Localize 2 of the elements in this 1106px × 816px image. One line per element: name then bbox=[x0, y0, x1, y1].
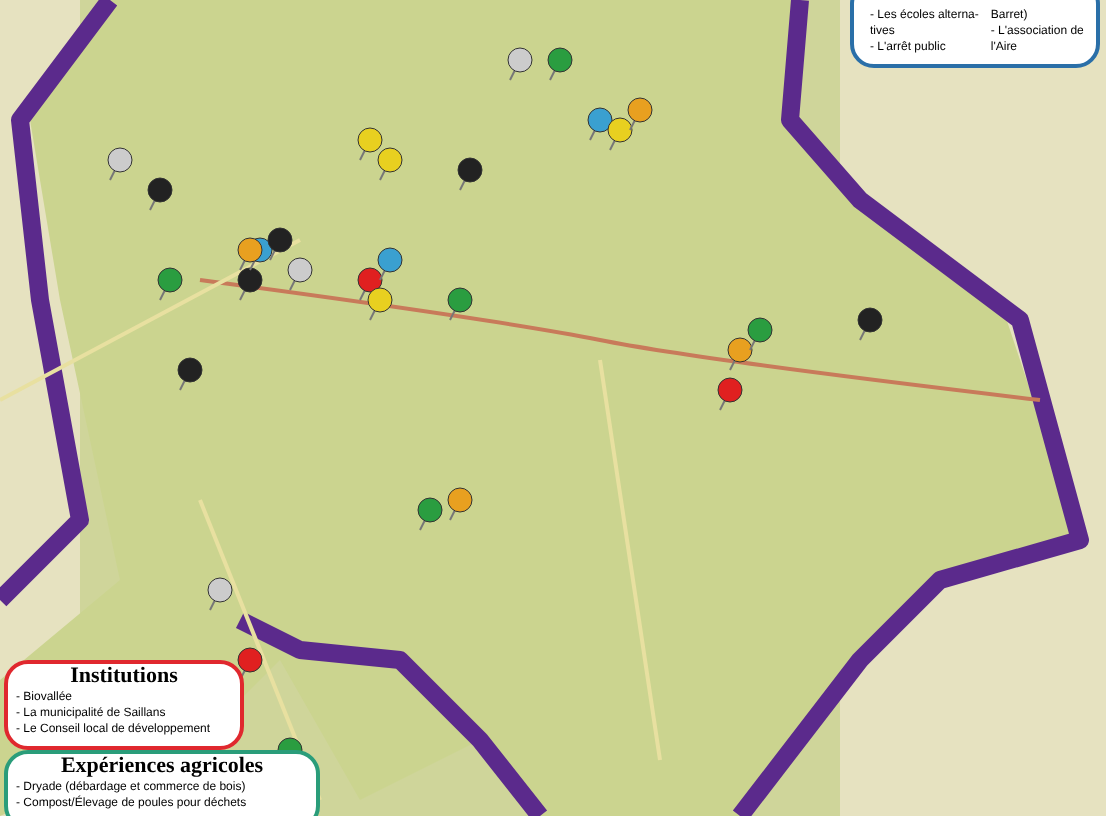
legend-title: Expériences agricoles bbox=[58, 754, 266, 780]
legend-title: Institutions bbox=[68, 664, 180, 690]
